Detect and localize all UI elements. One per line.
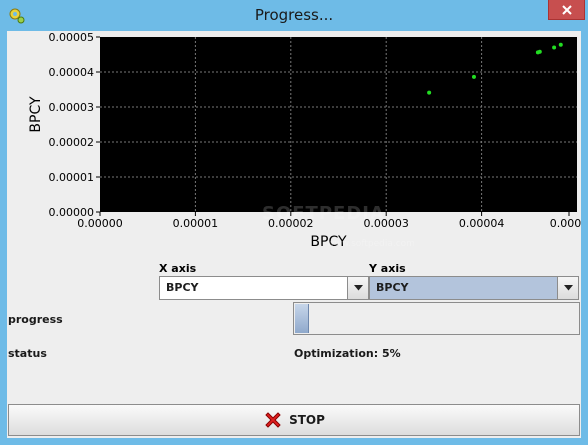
scatter-point [537,49,542,54]
red-x-icon [265,412,281,428]
watermark-text: SOFTPEDIA [262,203,385,224]
stop-button-label: STOP [289,413,325,427]
y-axis-combo[interactable]: BPCY [369,276,579,300]
scatter-point [427,90,432,95]
x-axis-selector-label: X axis [159,262,197,275]
x-tick-label: 0.00001 [173,217,219,230]
y-axis-dropdown-button[interactable] [557,277,578,299]
watermark-url: www.softpedia.com [327,239,415,249]
close-icon [561,4,572,15]
progress-window: Progress... 0.00000 0.00001 0.00002 0.00003… [0,0,588,445]
scatter-point [471,74,476,79]
scatter-plot: 0.00000 0.00001 0.00002 0.00003 0.00004 0.000… [28,31,581,250]
x-axis-dropdown-button[interactable] [347,277,368,299]
x-tick-label: 0.0000 [550,217,581,230]
status-label: status [8,347,47,360]
y-axis-selector-label: Y axis [369,262,406,275]
window-title: Progress... [254,6,334,24]
chevron-down-icon [353,285,363,291]
scatter-point [558,42,563,47]
y-tick-label: 0.00004 [49,66,95,79]
y-axis-combo-value: BPCY [376,281,409,294]
scatter-point [552,45,557,50]
y-axis-title: BPCY [28,96,44,133]
stop-button[interactable]: STOP [8,404,580,436]
x-axis-combo[interactable]: BPCY [159,276,369,300]
title-bar[interactable]: Progress... [0,0,588,31]
close-button[interactable] [548,0,585,20]
y-tick-label: 0.00005 [49,31,95,44]
chevron-down-icon [563,285,573,291]
y-tick-label: 0.00002 [49,136,95,149]
y-tick-label: 0.00000 [49,206,95,219]
status-value: Optimization: 5% [294,347,401,360]
progress-bar [293,302,580,335]
progress-label: progress [8,313,63,326]
x-tick-label: 0.00004 [459,217,505,230]
x-axis-combo-value: BPCY [166,281,199,294]
window-content: 0.00000 0.00001 0.00002 0.00003 0.00004 0.000… [7,31,581,438]
y-tick-label: 0.00001 [49,171,95,184]
progress-bar-fill [295,304,309,333]
y-tick-label: 0.00003 [49,101,95,114]
